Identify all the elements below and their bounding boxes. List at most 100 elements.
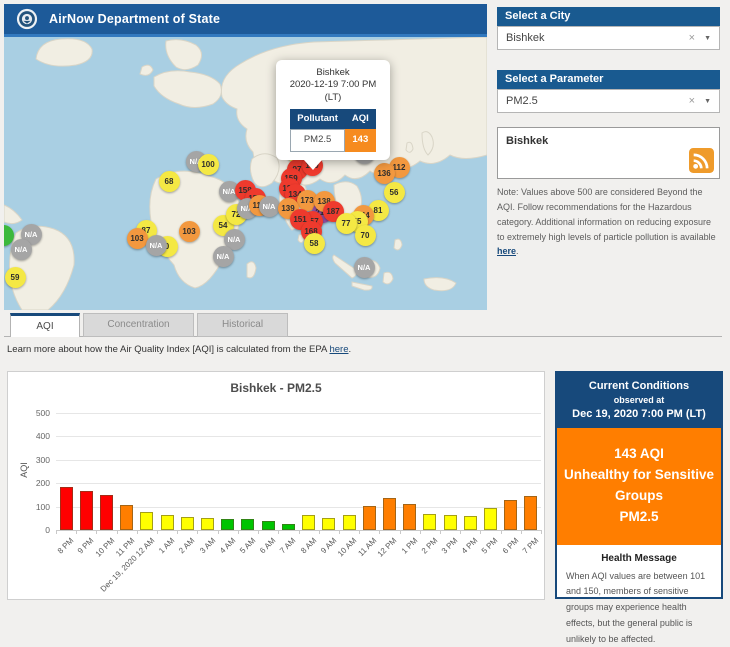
map-marker-na[interactable]: N/A bbox=[213, 246, 234, 267]
chart-gridline bbox=[56, 436, 541, 437]
chart-xtick-label: 10 AM bbox=[336, 536, 358, 558]
chart-xtick bbox=[238, 530, 239, 534]
app-header: AirNow Department of State bbox=[4, 4, 487, 37]
map-marker-na[interactable]: N/A bbox=[259, 196, 280, 217]
chart-bar[interactable] bbox=[120, 505, 133, 530]
health-message-block: Health Message When AQI values are betwe… bbox=[557, 545, 721, 647]
observed-at-label: observed at bbox=[561, 395, 717, 405]
chart-xtick bbox=[521, 530, 522, 534]
chart-xtick-label: 9 PM bbox=[76, 536, 96, 556]
chart-xtick bbox=[541, 530, 542, 534]
chart-xtick bbox=[177, 530, 178, 534]
current-conditions-panel: Current Conditions observed at Dec 19, 2… bbox=[555, 371, 723, 599]
chart-bar[interactable] bbox=[221, 519, 234, 530]
chart-bar[interactable] bbox=[60, 487, 73, 530]
map-marker-aqi[interactable]: 100 bbox=[198, 154, 219, 175]
chart-bar[interactable] bbox=[282, 524, 295, 530]
chart-xtick-label: 3 AM bbox=[198, 536, 217, 555]
current-aqi-category: Unhealthy for Sensitive Groups bbox=[563, 465, 715, 507]
parameter-select[interactable]: PM2.5 × ▼ bbox=[497, 89, 720, 113]
popup-datetime: 2020-12-19 7:00 PM bbox=[281, 79, 385, 91]
chart-xtick-label: 6 AM bbox=[258, 536, 277, 555]
chart-bar[interactable] bbox=[161, 515, 174, 530]
map-marker-aqi[interactable]: 103 bbox=[179, 221, 200, 242]
chart-xtick bbox=[258, 530, 259, 534]
popup-pollutant-value: PM2.5 bbox=[290, 130, 345, 151]
chart-xtick bbox=[379, 530, 380, 534]
chart-bar[interactable] bbox=[343, 515, 356, 530]
chart-xtick bbox=[339, 530, 340, 534]
chart-bar[interactable] bbox=[504, 500, 517, 530]
map-marker-na[interactable]: N/A bbox=[146, 235, 167, 256]
select-city-header: Select a City bbox=[497, 7, 720, 26]
chart-xtick bbox=[359, 530, 360, 534]
city-clear-icon[interactable]: × bbox=[689, 32, 695, 44]
map-marker-aqi[interactable]: 70 bbox=[355, 225, 376, 246]
map-marker-aqi[interactable]: 103 bbox=[127, 228, 148, 249]
aqi-world-map[interactable]: N/AN/A5968N/A100N/A871030N/A1035472N/AN/… bbox=[4, 37, 487, 310]
chart-ytick-label: 100 bbox=[20, 502, 50, 512]
current-aqi-block: 143 AQI Unhealthy for Sensitive Groups P… bbox=[557, 428, 721, 545]
chart-bar[interactable] bbox=[363, 506, 376, 530]
observed-datetime: Dec 19, 2020 7:00 PM (LT) bbox=[561, 408, 717, 420]
chart-xtick-label: 7 AM bbox=[278, 536, 297, 555]
chart-bar[interactable] bbox=[444, 515, 457, 530]
city-chevron-down-icon[interactable]: ▼ bbox=[704, 35, 711, 42]
feed-box: Bishkek bbox=[497, 127, 720, 179]
map-marker-aqi[interactable]: 56 bbox=[384, 182, 405, 203]
map-marker-aqi[interactable]: 58 bbox=[304, 233, 325, 254]
chart-bar[interactable] bbox=[302, 515, 315, 530]
chart-bar[interactable] bbox=[484, 508, 497, 530]
popup-table: Pollutant AQI PM2.5 143 bbox=[290, 109, 377, 152]
chart-bar[interactable] bbox=[524, 496, 537, 530]
map-marker-aqi[interactable]: 68 bbox=[159, 171, 180, 192]
current-conditions-header: Current Conditions observed at Dec 19, 2… bbox=[557, 373, 721, 428]
chart-xtick-label: 5 PM bbox=[480, 536, 500, 556]
chart-bar[interactable] bbox=[464, 516, 477, 530]
tab-concentration[interactable]: Concentration bbox=[83, 313, 194, 337]
chart-ytick-label: 0 bbox=[20, 525, 50, 535]
map-marker-na[interactable]: N/A bbox=[354, 257, 375, 278]
city-select[interactable]: Bishkek × ▼ bbox=[497, 26, 720, 50]
chart-xtick-label: 8 PM bbox=[56, 536, 76, 556]
map-marker-aqi[interactable]: 77 bbox=[336, 213, 357, 234]
map-popup: Bishkek 2020-12-19 7:00 PM (LT) Pollutan… bbox=[276, 60, 390, 160]
chart-xtick-label: 2 PM bbox=[420, 536, 440, 556]
chart-xtick-label: 1 AM bbox=[157, 536, 176, 555]
learn-more-text: Learn more about how the Air Quality Ind… bbox=[7, 344, 351, 355]
health-message-title: Health Message bbox=[557, 553, 721, 564]
department-of-state-seal-icon bbox=[16, 8, 38, 30]
map-marker-na[interactable]: N/A bbox=[11, 239, 32, 260]
rss-icon[interactable] bbox=[689, 148, 714, 173]
parameter-chevron-down-icon[interactable]: ▼ bbox=[704, 98, 711, 105]
note-here-link[interactable]: here bbox=[497, 246, 516, 256]
chart-bar[interactable] bbox=[423, 514, 436, 530]
popup-col-aqi: AQI bbox=[345, 109, 376, 130]
chart-bar[interactable] bbox=[140, 512, 153, 530]
popup-timezone: (LT) bbox=[281, 92, 385, 104]
map-marker-aqi[interactable]: 59 bbox=[5, 267, 26, 288]
learn-more-here-link[interactable]: here bbox=[329, 344, 348, 355]
chart-bar[interactable] bbox=[201, 518, 214, 530]
parameter-clear-icon[interactable]: × bbox=[689, 95, 695, 107]
chart-xtick bbox=[460, 530, 461, 534]
page-title: AirNow Department of State bbox=[49, 12, 220, 26]
chart-bar[interactable] bbox=[181, 517, 194, 530]
tab-aqi[interactable]: AQI bbox=[10, 313, 80, 337]
chart-xtick bbox=[501, 530, 502, 534]
feed-city-label: Bishkek bbox=[506, 135, 719, 147]
learn-more-prefix: Learn more about how the Air Quality Ind… bbox=[7, 344, 329, 355]
chart-xtick bbox=[117, 530, 118, 534]
chart-bar[interactable] bbox=[100, 495, 113, 530]
chart-xtick-label: 11 AM bbox=[357, 536, 379, 558]
chart-bar[interactable] bbox=[262, 521, 275, 530]
chart-bar[interactable] bbox=[403, 504, 416, 530]
map-marker-aqi[interactable]: 136 bbox=[374, 163, 395, 184]
chart-xtick bbox=[299, 530, 300, 534]
tab-historical[interactable]: Historical bbox=[197, 313, 288, 337]
chart-bar[interactable] bbox=[322, 518, 335, 530]
chart-ytick-label: 500 bbox=[20, 408, 50, 418]
chart-bar[interactable] bbox=[80, 491, 93, 530]
chart-bar[interactable] bbox=[383, 498, 396, 530]
chart-bar[interactable] bbox=[241, 519, 254, 530]
